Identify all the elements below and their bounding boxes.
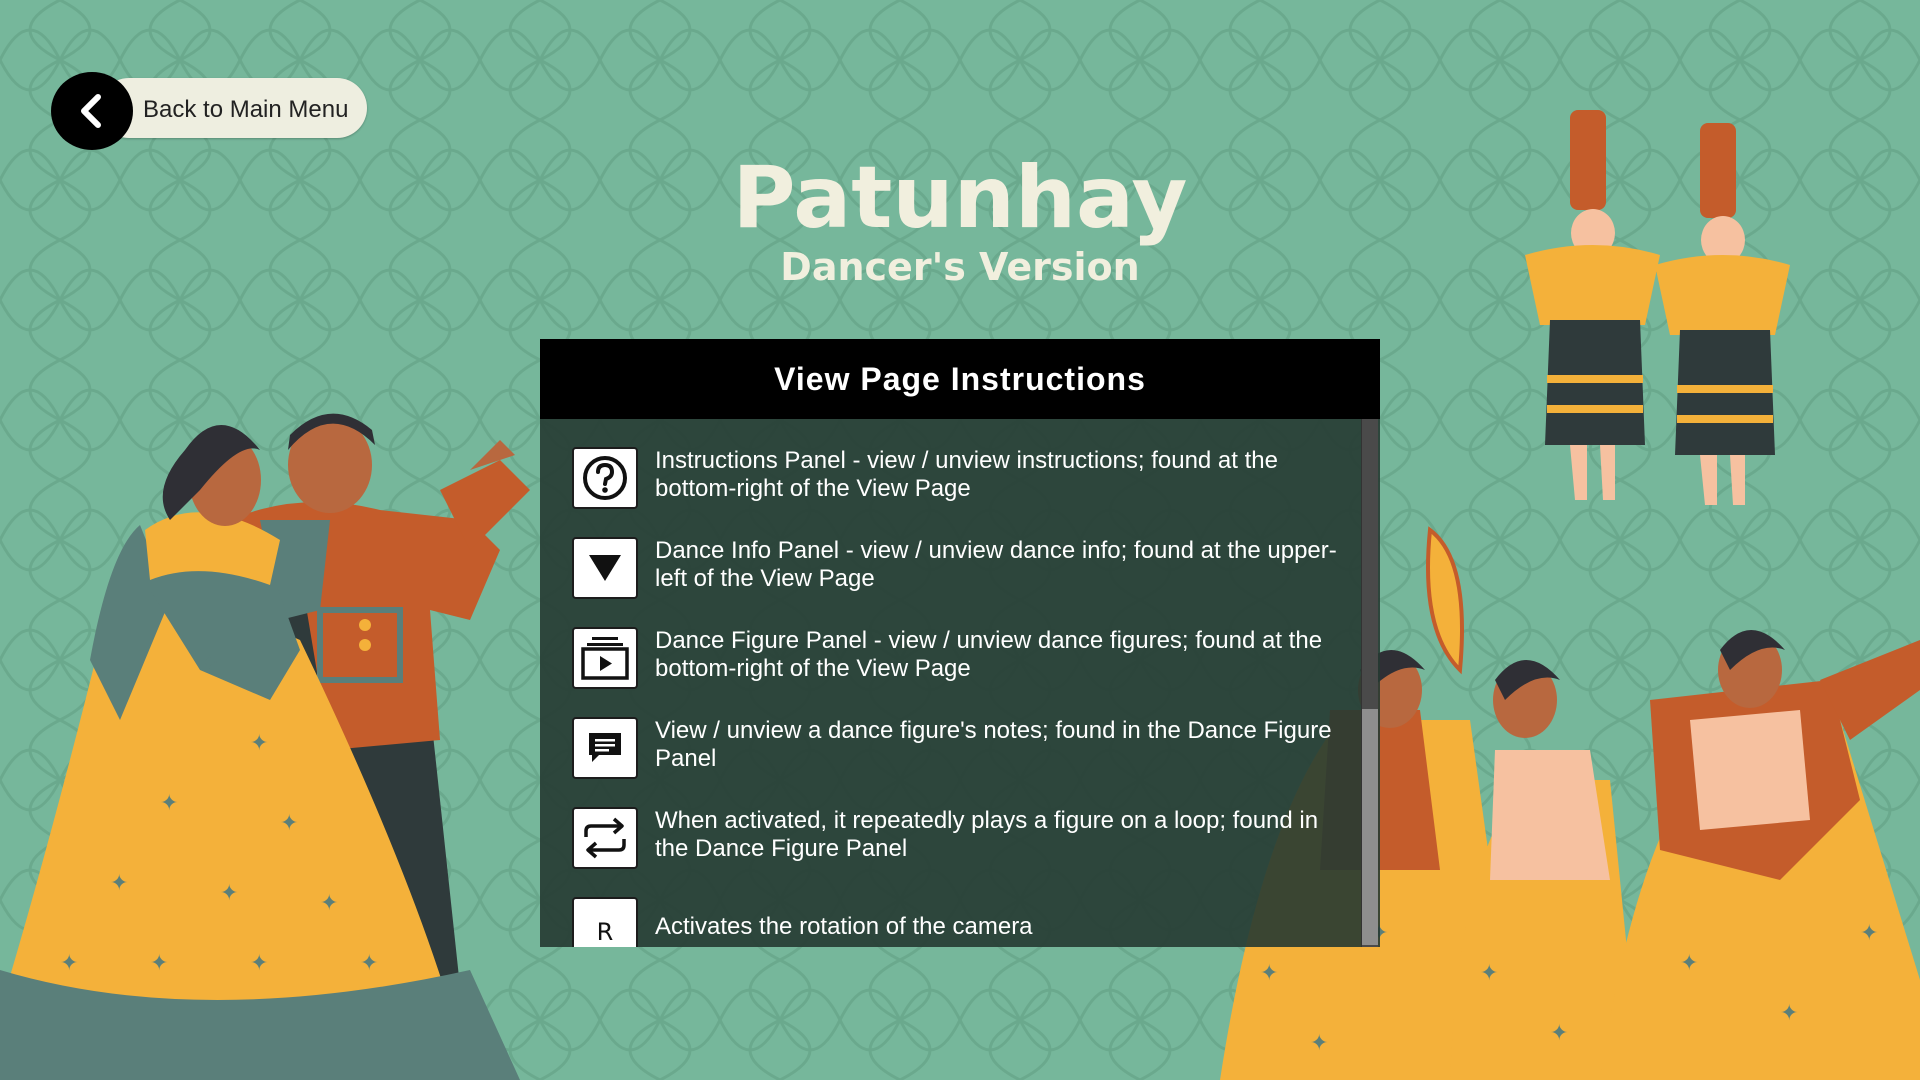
instruction-text: View / unview a dance figure's notes; fo… bbox=[655, 717, 1332, 772]
svg-text:✦: ✦ bbox=[280, 810, 298, 835]
svg-text:✦: ✦ bbox=[1550, 1020, 1568, 1045]
svg-text:✦: ✦ bbox=[320, 890, 338, 915]
instruction-item: Dance Info Panel - view / unview dance i… bbox=[572, 537, 1342, 601]
instruction-item: R Activates the rotation of the camera bbox=[572, 897, 1342, 947]
video-stack-icon bbox=[581, 637, 629, 680]
svg-text:✦: ✦ bbox=[1860, 920, 1878, 945]
page-title: Patunhay bbox=[732, 148, 1188, 248]
instruction-text: Dance Figure Panel - view / unview dance… bbox=[655, 627, 1323, 682]
svg-text:✦: ✦ bbox=[1310, 1030, 1328, 1055]
panel-header: View Page Instructions bbox=[540, 339, 1380, 419]
instruction-item: Instructions Panel - view / unview instr… bbox=[572, 447, 1342, 511]
svg-text:✦: ✦ bbox=[250, 950, 268, 975]
notes-icon-box bbox=[572, 717, 638, 779]
scrollbar-thumb[interactable] bbox=[1362, 709, 1378, 945]
svg-text:✦: ✦ bbox=[1260, 960, 1278, 985]
svg-text:✦: ✦ bbox=[110, 870, 128, 895]
loop-icon-box bbox=[572, 807, 638, 869]
instruction-item: View / unview a dance figure's notes; fo… bbox=[572, 717, 1342, 781]
instruction-text: Instructions Panel - view / unview instr… bbox=[655, 447, 1278, 502]
instruction-text: Dance Info Panel - view / unview dance i… bbox=[655, 537, 1337, 592]
back-arrow-button[interactable] bbox=[51, 72, 133, 150]
instructions-panel: View Page Instructions Instructions Pane… bbox=[540, 339, 1380, 947]
panel-title: View Page Instructions bbox=[774, 360, 1146, 397]
svg-text:✦: ✦ bbox=[1780, 1000, 1798, 1025]
svg-text:✦: ✦ bbox=[1680, 950, 1698, 975]
instruction-text: When activated, it repeatedly plays a fi… bbox=[655, 807, 1319, 862]
speech-bubble-icon bbox=[589, 733, 621, 762]
instruction-item: Dance Figure Panel - view / unview dance… bbox=[572, 627, 1342, 691]
svg-text:✦: ✦ bbox=[220, 880, 238, 905]
svg-text:✦: ✦ bbox=[160, 790, 178, 815]
svg-text:✦: ✦ bbox=[250, 730, 268, 755]
svg-text:✦: ✦ bbox=[150, 950, 168, 975]
repeat-loop-icon bbox=[584, 817, 626, 859]
triangle-down-icon bbox=[589, 555, 621, 581]
svg-text:✦: ✦ bbox=[60, 950, 78, 975]
svg-text:✦: ✦ bbox=[1480, 960, 1498, 985]
dancing-couple-illustration: ✦ ✦ ✦ ✦ ✦ ✦ ✦ ✦ ✦ ✦ ✦ bbox=[0, 413, 530, 1080]
chevron-left-icon bbox=[81, 94, 101, 128]
back-to-main-menu-button[interactable]: Back to Main Menu bbox=[51, 72, 367, 150]
key-r-icon-box: R bbox=[572, 897, 638, 947]
svg-text:✦: ✦ bbox=[360, 950, 378, 975]
dance-figure-panel-icon-box bbox=[572, 627, 638, 689]
page-subtitle: Dancer's Version bbox=[780, 245, 1140, 289]
dance-info-panel-icon-box bbox=[572, 537, 638, 599]
back-button-label[interactable]: Back to Main Menu bbox=[143, 96, 348, 124]
svg-text:✦: ✦ bbox=[200, 650, 218, 675]
instruction-text: Activates the rotation of the camera bbox=[655, 913, 1033, 940]
instruction-item: When activated, it repeatedly plays a fi… bbox=[572, 807, 1342, 871]
question-circle-icon bbox=[583, 456, 627, 500]
panel-body[interactable]: Instructions Panel - view / unview instr… bbox=[540, 419, 1380, 947]
instructions-panel-icon-box bbox=[572, 447, 638, 509]
key-r-icon: R bbox=[596, 918, 614, 946]
